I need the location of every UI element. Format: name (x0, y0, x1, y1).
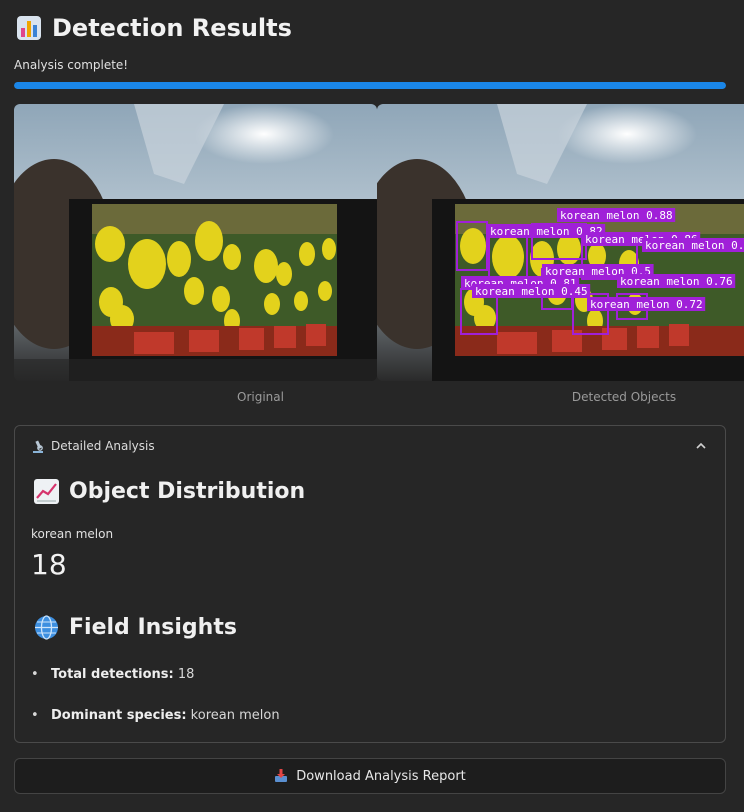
detection-label: korean melon 0.76 (620, 275, 733, 288)
page-header: Detection Results (16, 10, 292, 46)
chart-increasing-icon (34, 479, 59, 504)
detection-label: korean melon 0.88 (560, 209, 673, 222)
globe-icon (35, 615, 58, 640)
insight-value: korean melon (190, 708, 280, 723)
status-text: Analysis complete! (14, 58, 129, 72)
original-caption: Original (237, 390, 284, 404)
progress-bar (14, 82, 726, 89)
insight-item: • Total detections: 18 (31, 667, 195, 682)
detection-label: korean melon 0.45 (475, 285, 588, 298)
bar-chart-icon (17, 16, 41, 40)
detected-image: korean melon 0.88 korean melon 0.82 korean… (377, 104, 744, 381)
metric-value: 18 (31, 548, 67, 581)
chevron-up-icon[interactable] (695, 440, 707, 452)
expander-header[interactable]: Detailed Analysis (15, 426, 725, 466)
detected-caption: Detected Objects (571, 390, 677, 404)
expander-label: Detailed Analysis (51, 439, 155, 453)
original-image (14, 104, 377, 381)
insight-item: • Dominant species: korean melon (31, 708, 280, 723)
insight-label: Dominant species: (51, 708, 187, 723)
page-title: Detection Results (52, 14, 292, 42)
field-insights-heading: Field Insights (33, 614, 237, 641)
insight-value: 18 (177, 667, 195, 682)
insight-label: Total detections: (51, 667, 174, 682)
inbox-tray-icon (275, 769, 288, 782)
field-insights-title: Field Insights (69, 615, 237, 640)
progress-fill (14, 82, 726, 89)
metric-label: korean melon (31, 527, 114, 541)
object-distribution-heading: Object Distribution (33, 478, 305, 505)
detection-label: korean melon 0.72 (590, 298, 703, 311)
microscope-icon (33, 440, 43, 453)
download-report-button[interactable]: Download Analysis Report (14, 758, 726, 794)
detection-label: korean melon 0.7 (645, 239, 744, 252)
detailed-analysis-expander: Detailed Analysis Object Distribution ko… (14, 425, 726, 743)
object-distribution-title: Object Distribution (69, 479, 306, 504)
download-label: Download Analysis Report (296, 768, 466, 784)
